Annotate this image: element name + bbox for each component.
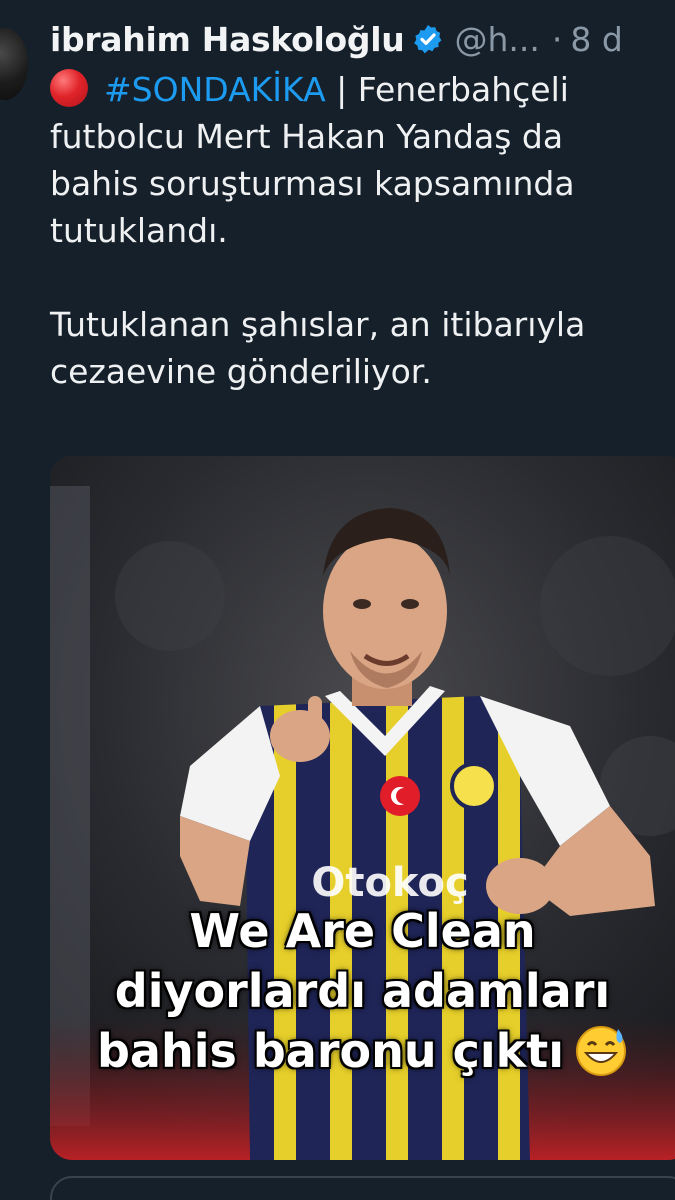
- tweet-text-line: tutuklandı.: [50, 211, 228, 250]
- author-handle[interactable]: @h...: [454, 20, 539, 59]
- tweet-media-image[interactable]: Otokoç We Are Clean diyorlardı adamları …: [50, 456, 675, 1160]
- next-tweet-card-edge: [50, 1176, 675, 1200]
- header-separator: ·: [551, 19, 563, 59]
- author-name[interactable]: ibrahim Haskoloğlu: [50, 20, 405, 59]
- caption-line-text: bahis baronu çıktı: [96, 1024, 565, 1078]
- tweet-text-line: bahis soruşturması kapsamında: [50, 164, 575, 203]
- caption-line: We Are Clean: [189, 904, 536, 958]
- tweet-text-line: futbolcu Mert Hakan Yandaş da: [50, 117, 564, 156]
- author-avatar[interactable]: [0, 28, 28, 100]
- tweet-text-line: Tutuklanan şahıslar, an itibarıyla: [50, 305, 586, 344]
- hashtag-link[interactable]: #SONDAKİKA: [104, 70, 326, 109]
- image-caption-overlay: We Are Clean diyorlardı adamları bahis b…: [50, 901, 675, 1081]
- red-circle-icon: [50, 69, 88, 107]
- tweet-text-line: | Fenerbahçeli: [325, 70, 569, 109]
- grinning-sweat-emoji-icon: [576, 1026, 627, 1076]
- tweet-line-1: #SONDAKİKA | Fenerbahçeli: [50, 66, 670, 113]
- caption-line-last: bahis baronu çıktı: [50, 1021, 675, 1081]
- verified-badge-icon: [414, 25, 442, 54]
- tweet-text-line: cezaevine gönderiliyor.: [50, 352, 432, 391]
- tweet-timestamp[interactable]: 8 d: [570, 20, 622, 59]
- tweet-view: ibrahim Haskoloğlu @h... · 8 d #SONDAKİK…: [0, 0, 675, 1200]
- jersey-sponsor-text: Otokoç: [311, 860, 468, 906]
- tweet-body: #SONDAKİKA | Fenerbahçeli futbolcu Mert …: [50, 66, 670, 395]
- caption-line: diyorlardı adamları: [114, 964, 611, 1018]
- tweet-header: ibrahim Haskoloğlu @h... · 8 d: [50, 14, 623, 64]
